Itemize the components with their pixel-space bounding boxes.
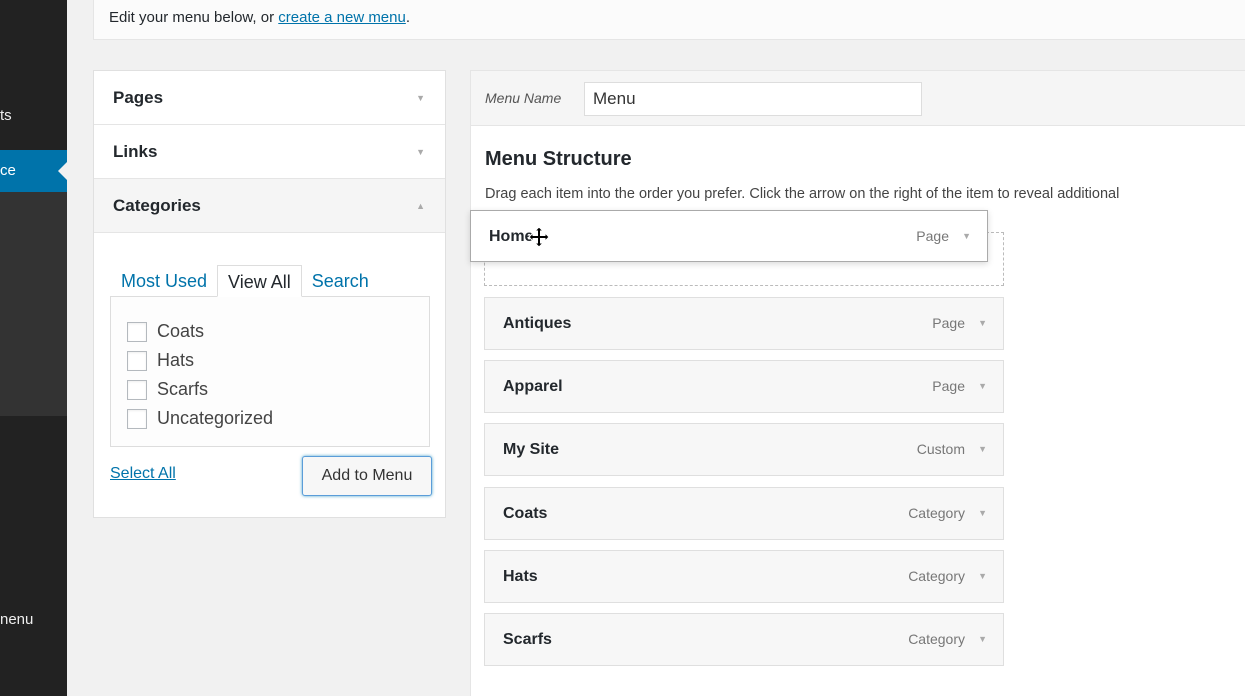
accordion-section-title: Pages xyxy=(113,88,164,107)
menu-structure-title: Menu Structure xyxy=(485,148,632,170)
expand-arrow-icon[interactable]: ▼ xyxy=(416,125,425,179)
menu-item-my-site[interactable]: My Site Custom ▼ xyxy=(484,423,1004,476)
menu-item-apparel[interactable]: Apparel Page ▼ xyxy=(484,360,1004,413)
menu-item-type: Custom xyxy=(916,441,965,457)
current-indicator-arrow xyxy=(58,162,67,180)
select-all-link[interactable]: Select All xyxy=(110,465,176,483)
menu-item-type: Page xyxy=(916,228,949,244)
item-expand-arrow-icon[interactable]: ▼ xyxy=(978,488,987,539)
item-expand-arrow-icon[interactable]: ▼ xyxy=(978,614,987,665)
category-checklist: Coats Hats Scarfs Uncategorized xyxy=(110,296,430,447)
category-checkbox[interactable] xyxy=(127,408,147,429)
item-expand-arrow-icon[interactable]: ▼ xyxy=(978,361,987,412)
menu-item-type: Category xyxy=(908,631,965,647)
menu-item-type: Page xyxy=(932,378,965,394)
accordion-section-links[interactable]: Links ▼ xyxy=(94,125,445,179)
accordion-section-categories[interactable]: Categories ▲ xyxy=(94,179,445,233)
menu-structure-description: Drag each item into the order you prefer… xyxy=(485,186,1120,202)
move-cursor-icon xyxy=(528,226,550,248)
menu-item-title: Antiques xyxy=(503,315,572,332)
menu-item-hats[interactable]: Hats Category ▼ xyxy=(484,550,1004,603)
sidebar-item-partial-1[interactable]: ts xyxy=(0,107,12,124)
create-new-menu-link[interactable]: create a new menu xyxy=(278,9,406,26)
menu-item-scarfs[interactable]: Scarfs Category ▼ xyxy=(484,613,1004,666)
category-checkbox[interactable] xyxy=(127,379,147,400)
category-label: Coats xyxy=(157,321,205,341)
menu-header: Menu Name Menu xyxy=(471,71,1245,126)
category-option-uncategorized[interactable]: Uncategorized xyxy=(127,404,413,433)
sidebar-item-partial-3[interactable]: nenu xyxy=(0,611,33,628)
sidebar-item-label: ce xyxy=(0,162,16,179)
menu-name-label: Menu Name xyxy=(485,90,562,106)
tab-most-used[interactable]: Most Used xyxy=(111,265,217,297)
category-label: Scarfs xyxy=(157,379,209,399)
tab-search[interactable]: Search xyxy=(302,265,379,297)
category-label: Hats xyxy=(157,350,195,370)
accordion-section-pages[interactable]: Pages ▼ xyxy=(94,71,445,125)
category-checkbox[interactable] xyxy=(127,350,147,371)
notice-text: Edit your menu below, or xyxy=(109,9,279,26)
categories-panel: Most Used View All Search Coats Hats Sca… xyxy=(94,233,445,517)
sidebar-item-label: nenu xyxy=(0,611,34,628)
menu-item-type: Category xyxy=(908,568,965,584)
category-label: Uncategorized xyxy=(157,408,274,428)
menu-name-input[interactable]: Menu xyxy=(584,82,922,116)
sidebar-item-appearance[interactable]: ce xyxy=(0,150,67,192)
sidebar-item-label: ts xyxy=(0,107,12,124)
add-to-menu-button[interactable]: Add to Menu xyxy=(302,456,432,496)
menu-item-type: Category xyxy=(908,505,965,521)
edit-menu-notice: Edit your menu below, or create a new me… xyxy=(93,0,1245,40)
category-checkbox[interactable] xyxy=(127,321,147,342)
menu-item-antiques[interactable]: Antiques Page ▼ xyxy=(484,297,1004,350)
menu-item-title: Coats xyxy=(503,505,548,522)
menu-item-type: Page xyxy=(932,315,965,331)
menu-item-title: Apparel xyxy=(503,378,563,395)
collapse-arrow-icon[interactable]: ▲ xyxy=(416,179,425,233)
menu-item-title: Scarfs xyxy=(503,631,552,648)
accordion-section-title: Categories xyxy=(113,196,201,215)
category-option-scarfs[interactable]: Scarfs xyxy=(127,375,413,404)
category-option-hats[interactable]: Hats xyxy=(127,346,413,375)
accordion-section-title: Links xyxy=(113,142,158,161)
menu-item-title: Hats xyxy=(503,568,538,585)
notice-suffix: . xyxy=(405,9,411,26)
item-expand-arrow-icon[interactable]: ▼ xyxy=(978,424,987,475)
menu-item-coats[interactable]: Coats Category ▼ xyxy=(484,487,1004,540)
menu-item-title: Home xyxy=(489,228,534,245)
item-expand-arrow-icon[interactable]: ▼ xyxy=(978,298,987,349)
category-option-coats[interactable]: Coats xyxy=(127,317,413,346)
expand-arrow-icon[interactable]: ▼ xyxy=(416,71,425,125)
category-tabs: Most Used View All Search xyxy=(111,265,379,297)
menu-item-title: My Site xyxy=(503,441,560,458)
tab-view-all[interactable]: View All xyxy=(217,265,302,297)
add-menu-items-accordion: Pages ▼ Links ▼ Categories ▲ Most Used V… xyxy=(93,70,446,518)
item-expand-arrow-icon[interactable]: ▼ xyxy=(962,211,971,262)
admin-sidebar: ts ce nenu xyxy=(0,0,67,696)
item-expand-arrow-icon[interactable]: ▼ xyxy=(978,551,987,602)
admin-submenu xyxy=(0,188,67,416)
